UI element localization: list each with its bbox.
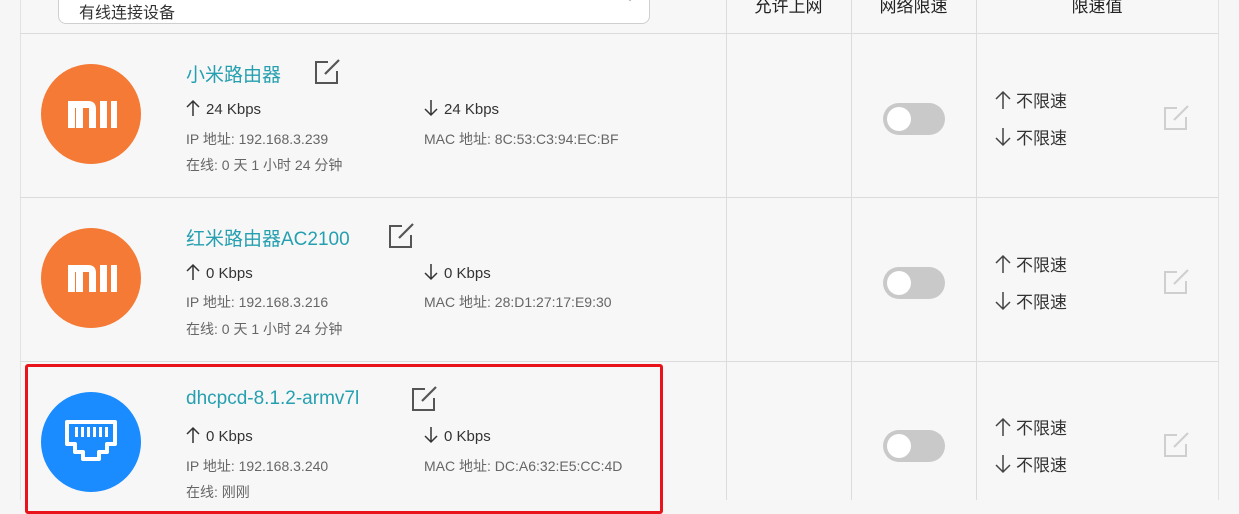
mac-address: MAC 地址: 8C:53:C3:94:EC:BF [424, 131, 619, 147]
xiaomi-logo-icon [68, 265, 117, 292]
upload-limit: 不限速 [995, 251, 1067, 276]
column-divider [726, 0, 727, 500]
speed-limit-toggle[interactable] [883, 430, 945, 462]
arrow-up-icon [995, 417, 1011, 436]
highlight-box [25, 364, 663, 514]
download-limit: 不限速 [995, 288, 1067, 313]
edit-limit-icon[interactable] [1162, 266, 1192, 296]
device-type-select[interactable]: 有线连接设备 [58, 0, 650, 24]
column-divider [851, 0, 852, 500]
device-name[interactable]: 红米路由器AC2100 [186, 224, 350, 251]
toggle-knob [887, 434, 911, 458]
edit-limit-icon[interactable] [1162, 102, 1192, 132]
chevron-down-icon [628, 0, 632, 2]
upload-rate: 24 Kbps [186, 99, 261, 118]
upload-rate: 0 Kbps [186, 263, 253, 282]
download-rate: 24 Kbps [424, 99, 499, 118]
header-speed-limit: 网络限速 [879, 0, 948, 16]
column-divider [976, 0, 977, 500]
mac-address: MAC 地址: 28:D1:27:17:E9:30 [424, 294, 612, 310]
device-avatar [41, 228, 141, 328]
speed-limit-toggle[interactable] [883, 267, 945, 299]
xiaomi-logo-icon [68, 101, 117, 128]
toggle-knob [887, 107, 911, 131]
row-divider [20, 197, 1219, 198]
arrow-down-icon [424, 264, 438, 281]
download-rate: 0 Kbps [424, 263, 491, 282]
row-divider [20, 361, 1219, 362]
device-type-select-value: 有线连接设备 [79, 5, 176, 22]
ip-address: IP 地址: 192.168.3.239 [186, 131, 329, 147]
arrow-down-icon [995, 128, 1011, 147]
device-name[interactable]: 小米路由器 [186, 60, 281, 87]
arrow-up-icon [186, 263, 200, 280]
ip-address: IP 地址: 192.168.3.216 [186, 294, 329, 310]
table-right-border [1218, 0, 1219, 500]
arrow-down-icon [424, 100, 438, 117]
download-limit: 不限速 [995, 451, 1067, 476]
header-limit-value: 限速值 [1071, 0, 1123, 16]
online-duration: 在线: 0 天 1 小时 24 分钟 [186, 321, 343, 337]
edit-limit-icon[interactable] [1162, 429, 1192, 459]
device-avatar [41, 64, 141, 164]
arrow-up-icon [995, 90, 1011, 109]
download-limit: 不限速 [995, 124, 1067, 149]
arrow-up-icon [186, 99, 200, 116]
edit-name-icon[interactable] [387, 220, 417, 250]
arrow-down-icon [995, 455, 1011, 474]
edit-name-icon[interactable] [313, 56, 343, 86]
speed-limit-toggle[interactable] [883, 103, 945, 135]
table-left-border [20, 0, 21, 500]
arrow-up-icon [995, 254, 1011, 273]
upload-limit: 不限速 [995, 414, 1067, 439]
row-divider [20, 33, 1219, 34]
header-allow-internet: 允许上网 [754, 0, 823, 16]
online-duration: 在线: 0 天 1 小时 24 分钟 [186, 157, 343, 173]
toggle-knob [887, 271, 911, 295]
upload-limit: 不限速 [995, 87, 1067, 112]
arrow-down-icon [995, 292, 1011, 311]
